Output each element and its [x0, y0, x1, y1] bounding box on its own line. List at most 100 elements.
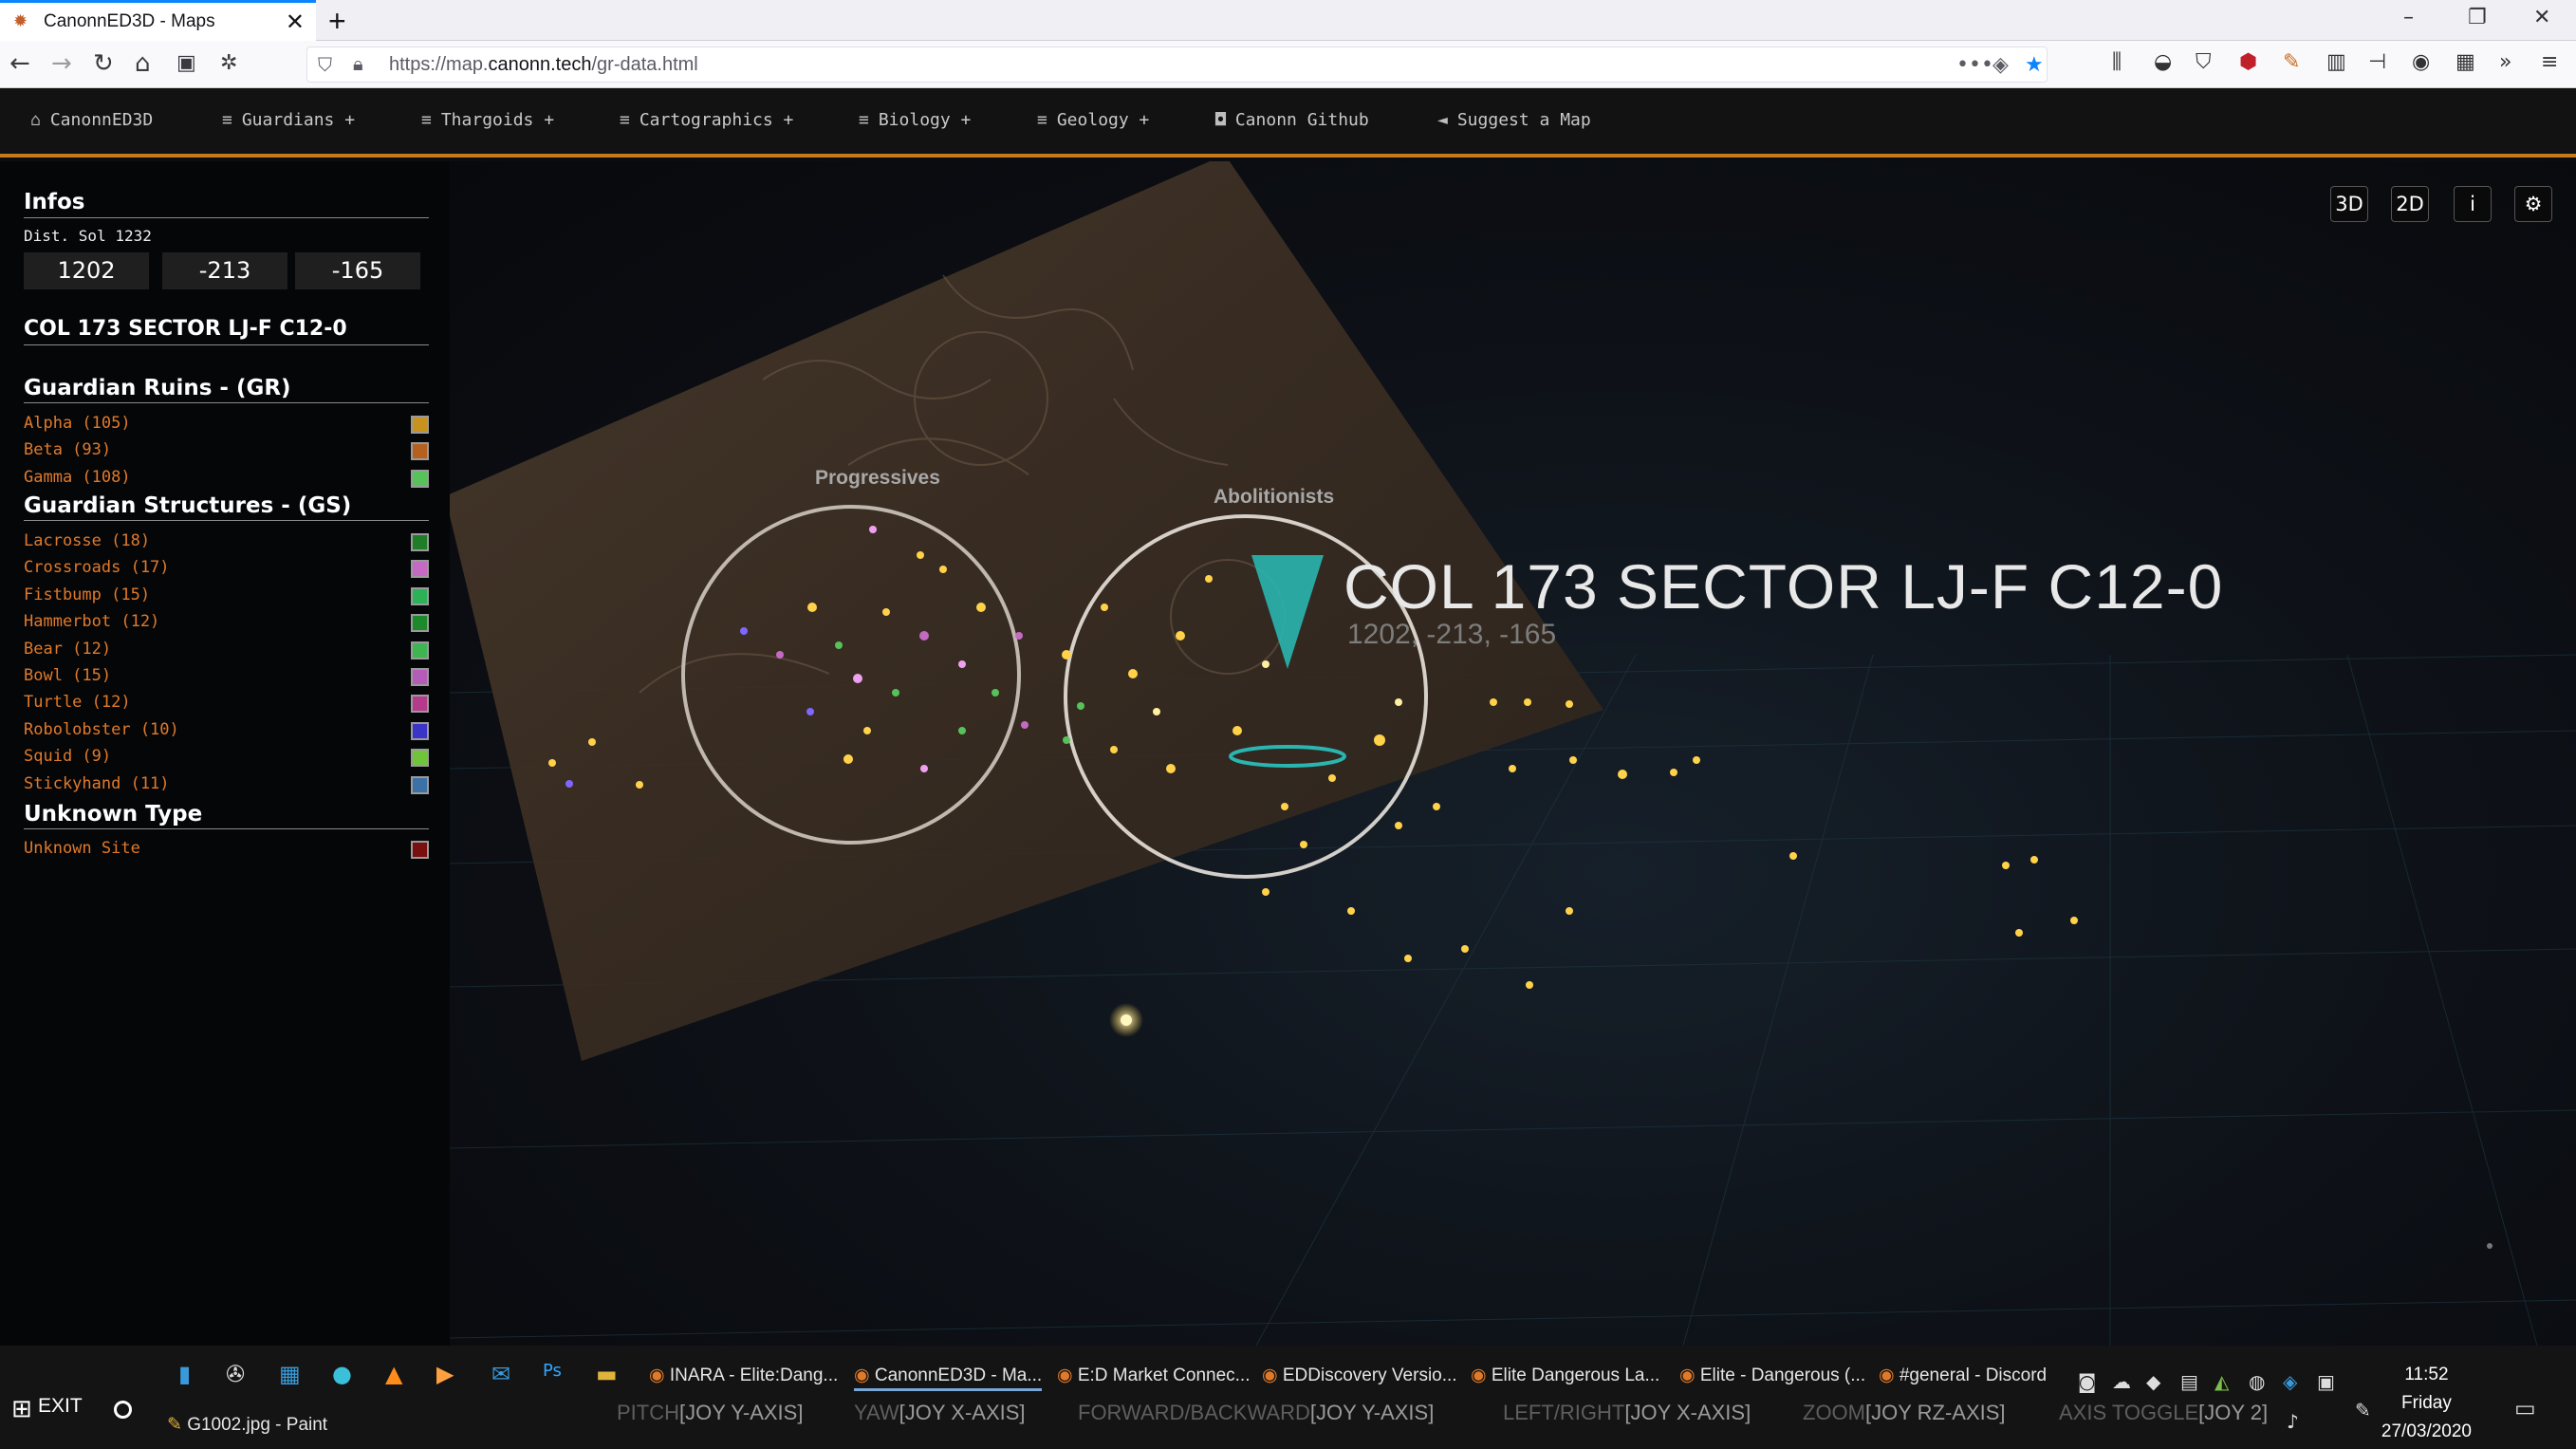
taskbar-clock[interactable]: 11:52 Friday 27/03/2020 [2381, 1365, 2472, 1442]
tray-icon[interactable]: ◈ [2283, 1370, 2297, 1393]
legend-item[interactable]: Crossroads (17) [24, 558, 429, 579]
pinned-app-icon[interactable]: ▮ [178, 1361, 191, 1387]
legend-item[interactable]: Gamma (108) [24, 468, 429, 489]
legend-toggle-checkbox[interactable] [411, 586, 429, 605]
bookmark-star-icon[interactable]: ★ [2025, 53, 2044, 77]
legend-item[interactable]: Robolobster (10) [24, 720, 429, 741]
pinned-app-icon[interactable]: ✇ [226, 1361, 245, 1387]
extension-icon[interactable]: ✎ [2283, 50, 2300, 74]
nav-guardians[interactable]: ≡ Guardians + [222, 110, 355, 130]
new-tab-button[interactable]: + [328, 4, 346, 39]
legend-item[interactable]: Squid (9) [24, 747, 429, 768]
legend-toggle-checkbox[interactable] [411, 416, 429, 434]
back-icon[interactable]: ← [9, 49, 30, 78]
legend-item[interactable]: Bear (12) [24, 640, 429, 660]
nav-thargoids[interactable]: ≡ Thargoids + [421, 110, 554, 130]
library-icon[interactable]: ⫼ [2112, 50, 2122, 74]
legend-toggle-checkbox[interactable] [411, 775, 429, 794]
tray-icon[interactable]: ▣ [2317, 1370, 2335, 1393]
exit-label[interactable]: EXIT [38, 1395, 83, 1418]
ruler-icon[interactable]: ▦ [2456, 50, 2475, 74]
cloud-tray-icon[interactable]: ☁ [2112, 1370, 2131, 1393]
privacy-icon[interactable]: ⛉ [2196, 50, 2212, 74]
legend-item[interactable]: Bowl (15) [24, 666, 429, 687]
legend-item[interactable]: Hammerbot (12) [24, 612, 429, 633]
legend-item[interactable]: Stickyhand (11) [24, 774, 429, 795]
taskbar-app-button[interactable]: ◉ CanonnED3D - Ma... [854, 1357, 1043, 1391]
legend-item[interactable]: Turtle (12) [24, 693, 429, 714]
pocket-icon[interactable]: ◈ [1992, 53, 2009, 77]
map-viewport[interactable]: Progressives Abolitionists COL 173 SECTO… [450, 161, 2576, 1346]
settings-gear-icon[interactable]: ✲ [220, 49, 237, 78]
browser-tab[interactable]: ✹ CanonnED3D - Maps ✕ [0, 0, 316, 41]
legend-item[interactable]: Unknown Site [24, 839, 429, 860]
nav-biology[interactable]: ≡ Biology + [859, 110, 971, 130]
reload-icon[interactable]: ↻ [93, 49, 114, 78]
pen-tray-icon[interactable]: ✎ [2355, 1399, 2371, 1421]
restore-button[interactable]: ❐ [2468, 6, 2487, 29]
tray-icon[interactable]: ▤ [2180, 1370, 2198, 1393]
vlc-icon[interactable]: ▲ [385, 1361, 402, 1387]
home-icon[interactable]: ⌂ [135, 49, 151, 78]
search-icon[interactable] [114, 1401, 132, 1419]
legend-item[interactable]: Fistbump (15) [24, 585, 429, 606]
ublock-icon[interactable]: ⬢ [2239, 50, 2257, 74]
legend-item[interactable]: Lacrosse (18) [24, 531, 429, 552]
media-player-icon[interactable]: ▶ [436, 1361, 454, 1387]
lock-icon[interactable]: 🔒︎ [353, 52, 363, 75]
nav-canonned3d[interactable]: ⌂ CanonnED3D [30, 110, 153, 130]
photoshop-icon[interactable]: Ps [543, 1361, 562, 1381]
tab-close-icon[interactable]: ✕ [286, 10, 305, 33]
taskbar-app-button[interactable]: ◉ Elite - Dangerous (... [1679, 1357, 1865, 1391]
mail-icon[interactable]: ✉ [491, 1361, 510, 1387]
nvidia-tray-icon[interactable]: ◭ [2215, 1370, 2229, 1393]
tray-icon[interactable]: ◆ [2146, 1370, 2160, 1393]
taskbar-app-button[interactable]: ◉ Elite Dangerous La... [1471, 1357, 1659, 1391]
overflow-icon[interactable]: » [2499, 50, 2511, 74]
folder-icon[interactable]: ▬ [596, 1361, 618, 1387]
legend-toggle-checkbox[interactable] [411, 695, 429, 714]
taskbar-app-button[interactable]: ◉ E:D Market Connec... [1057, 1357, 1250, 1391]
nav-canonn-github[interactable]: ◘ Canonn Github [1215, 110, 1369, 130]
settings-gear-icon[interactable]: ⚙ [2514, 186, 2552, 222]
legend-toggle-checkbox[interactable] [411, 560, 429, 579]
screenshot-icon[interactable]: ▣ [176, 49, 196, 78]
galaxy-scene[interactable] [450, 161, 2576, 1346]
pin-icon[interactable]: ⊣ [2368, 50, 2386, 74]
sidebar-icon[interactable]: ▥ [2326, 50, 2346, 74]
pinned-app-icon[interactable]: ● [332, 1361, 352, 1387]
pinned-app-icon[interactable]: ▦ [279, 1361, 301, 1387]
hamburger-menu-icon[interactable]: ≡ [2541, 50, 2558, 74]
more-actions-icon[interactable]: ••• [1956, 53, 1993, 77]
minimize-button[interactable]: – [2403, 6, 2414, 29]
legend-toggle-checkbox[interactable] [411, 533, 429, 551]
nav-geology[interactable]: ≡ Geology + [1037, 110, 1149, 130]
discord-tray-icon[interactable]: ◙ [2078, 1370, 2096, 1393]
url-bar[interactable]: ⛉ 🔒︎ https://map.canonn.tech/gr-data.htm… [306, 46, 2048, 83]
taskbar-app-button[interactable]: ◉ INARA - Elite:Dang... [649, 1357, 838, 1391]
notifications-icon[interactable]: ▭ [2514, 1395, 2536, 1421]
legend-toggle-checkbox[interactable] [411, 721, 429, 740]
legend-item[interactable]: Alpha (105) [24, 414, 429, 435]
legend-toggle-checkbox[interactable] [411, 469, 429, 488]
mask-icon[interactable]: ◒ [2154, 50, 2172, 74]
taskbar-app-button[interactable]: ◉ EDDiscovery Versio... [1262, 1357, 1457, 1391]
legend-toggle-checkbox[interactable] [411, 841, 429, 859]
legend-toggle-checkbox[interactable] [411, 668, 429, 686]
steam-tray-icon[interactable]: ◍ [2249, 1370, 2265, 1393]
legend-toggle-checkbox[interactable] [411, 442, 429, 461]
legend-item[interactable]: Beta (93) [24, 440, 429, 461]
legend-toggle-checkbox[interactable] [411, 749, 429, 768]
info-button[interactable]: i [2454, 186, 2492, 222]
legend-toggle-checkbox[interactable] [411, 641, 429, 659]
taskbar-paint[interactable]: ✎ G1002.jpg - Paint [167, 1414, 327, 1436]
account-icon[interactable]: ◉ [2412, 50, 2430, 74]
legend-toggle-checkbox[interactable] [411, 614, 429, 633]
windows-start-icon[interactable]: ⊞ [11, 1395, 32, 1423]
url-text[interactable]: https://map.canonn.tech/gr-data.html [389, 54, 698, 76]
forward-icon[interactable]: → [51, 49, 72, 78]
nav-cartographics[interactable]: ≡ Cartographics + [620, 110, 793, 130]
view-3d-button[interactable]: 3D [2330, 186, 2368, 222]
nav-suggest-map[interactable]: ◄ Suggest a Map [1437, 110, 1591, 130]
view-2d-button[interactable]: 2D [2391, 186, 2429, 222]
